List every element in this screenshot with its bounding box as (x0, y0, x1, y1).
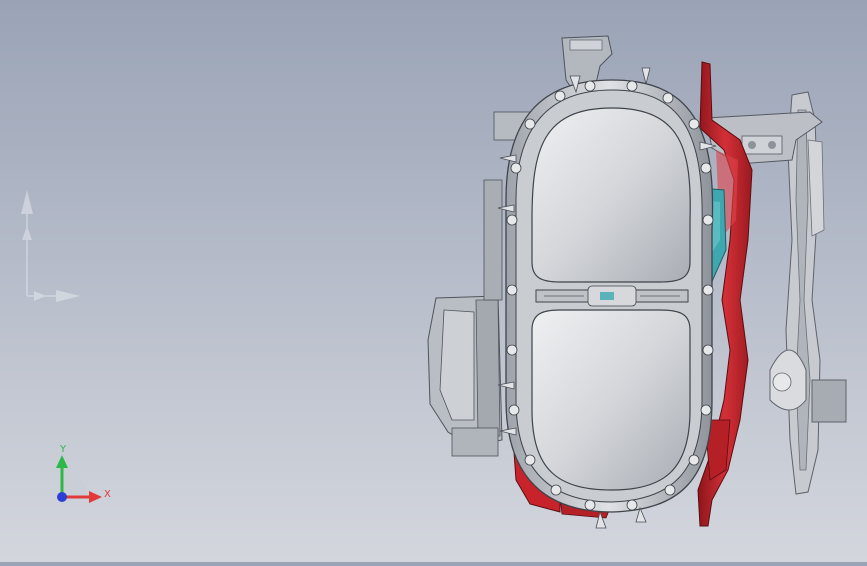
cad-scene[interactable]: Y X (0, 0, 867, 562)
triad-y-label: Y (59, 444, 67, 455)
graphics-viewport[interactable]: Y X (0, 0, 867, 562)
lower-cover-lobe[interactable] (531, 309, 691, 491)
upper-cover-lobe[interactable] (531, 107, 691, 283)
reference-triad-icon: Y X (56, 444, 111, 503)
view-orientation-icon (21, 190, 80, 302)
triad-x-label: X (104, 489, 111, 500)
